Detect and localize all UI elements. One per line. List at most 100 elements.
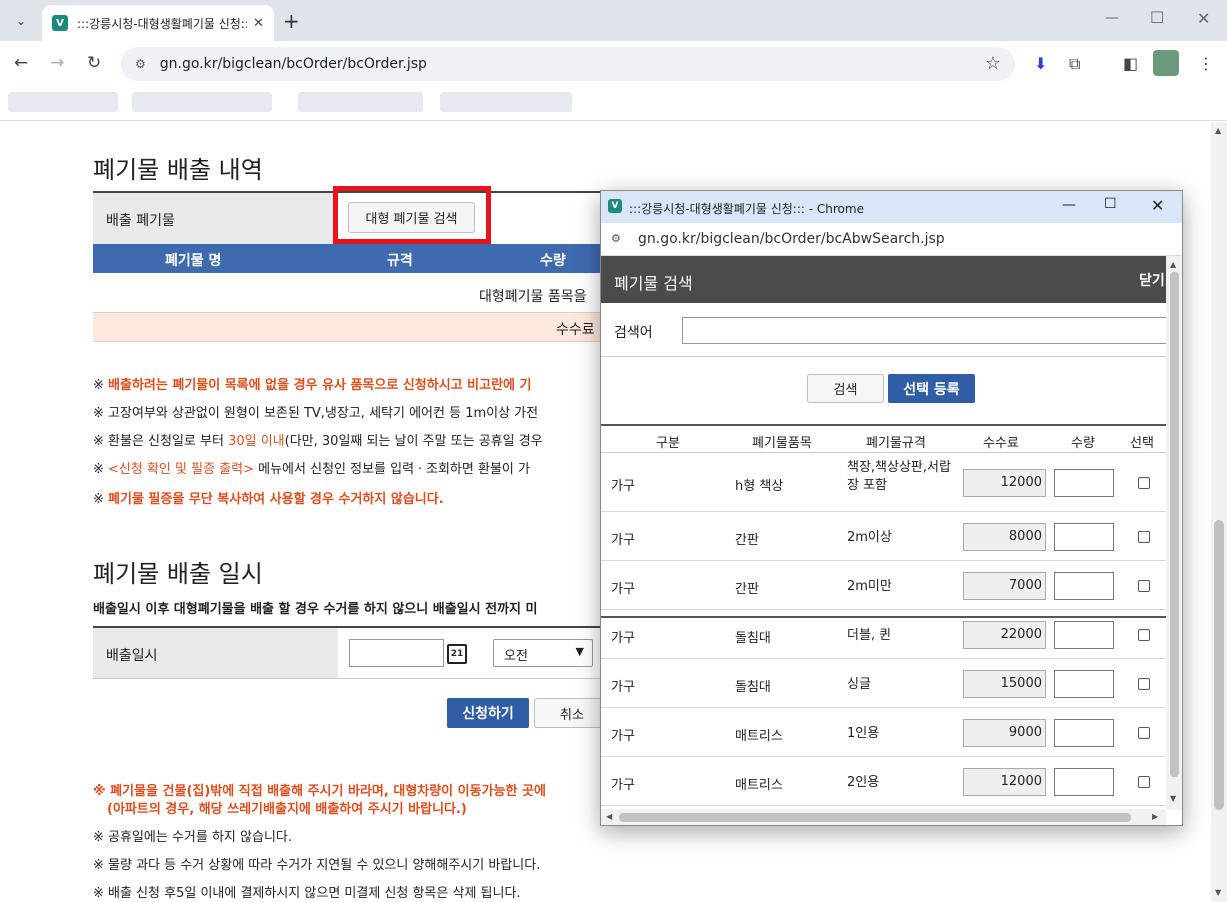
cell-category: 가구 (611, 680, 635, 695)
browser-tab[interactable]: V :::강릉시청-대형생활폐기물 신청::: ✕ (42, 5, 274, 41)
select-checkbox[interactable] (1138, 531, 1150, 543)
site-info-icon[interactable]: ⚙ (611, 232, 621, 245)
ampm-selected: 오전 (504, 649, 528, 664)
page-scrollbar[interactable]: ▲ ▼ (1211, 122, 1227, 902)
fee-field: 22000 (963, 621, 1046, 649)
date-input[interactable] (349, 639, 444, 667)
popup-scrollbar[interactable]: ▲ ▼ (1166, 256, 1182, 810)
col-qty: 수량 (1071, 436, 1095, 451)
tab-search-chevron-icon[interactable]: ⌄ (8, 8, 34, 34)
scroll-up-icon[interactable]: ▲ (1170, 260, 1176, 269)
tab-close-icon[interactable]: ✕ (253, 16, 264, 31)
quantity-input[interactable] (1054, 469, 1114, 497)
popup-scrollbar-thumb[interactable] (1170, 272, 1179, 777)
divider (601, 424, 1166, 426)
confirm-print-link[interactable]: <신청 확인 및 필증 출력> (108, 462, 254, 477)
close-window-icon[interactable]: ✕ (1197, 9, 1210, 28)
quantity-input[interactable] (1054, 621, 1114, 649)
reload-icon[interactable]: ↻ (87, 53, 101, 73)
fee-row: 수수료 (93, 312, 613, 342)
col-spec: 폐기물규격 (866, 436, 926, 451)
section-title-discharge-datetime: 폐기물 배출 일시 (93, 560, 263, 588)
col-item: 폐기물품목 (752, 436, 812, 451)
scroll-up-icon[interactable]: ▲ (1215, 126, 1221, 135)
cell-category: 가구 (611, 631, 635, 646)
back-icon[interactable]: ← (14, 53, 28, 73)
apply-button[interactable]: 신청하기 (447, 698, 529, 728)
browser-toolbar: ← → ↻ ⚙ gn.go.kr/bigclean/bcOrder/bcOrde… (0, 41, 1227, 87)
scroll-down-icon[interactable]: ▼ (1215, 888, 1221, 897)
new-tab-icon[interactable]: + (283, 9, 300, 33)
notice-4: ※ <신청 확인 및 필증 출력> 메뉴에서 신청인 정보를 입력ㆍ조회하면 환… (93, 462, 530, 477)
bookmark-star-icon[interactable]: ☆ (985, 53, 1001, 74)
popup-hscrollbar-thumb[interactable] (619, 813, 1131, 822)
quantity-input[interactable] (1054, 670, 1114, 698)
cell-category: 가구 (611, 729, 635, 744)
select-checkbox[interactable] (1138, 776, 1150, 788)
register-selected-button[interactable]: 선택 등록 (888, 374, 975, 403)
datetime-label: 배출일시 (106, 648, 158, 664)
cell-category: 가구 (611, 778, 635, 793)
cell-item: 매트리스 (735, 778, 783, 793)
notice-1: ※ 배출하려는 폐기물이 목록에 없을 경우 유사 품목으로 신청하시고 비고란… (93, 378, 532, 393)
quantity-input[interactable] (1054, 523, 1114, 551)
browser-menu-icon[interactable]: ⋮ (1198, 54, 1214, 73)
tab-strip: ⌄ V :::강릉시청-대형생활폐기물 신청::: ✕ + — ☐ ✕ (0, 0, 1227, 41)
ampm-select[interactable]: 오전 ▼ (493, 639, 593, 667)
popup-hscrollbar[interactable]: ◀ ▶ (601, 809, 1166, 825)
popup-minimize-icon[interactable]: — (1062, 197, 1076, 213)
select-checkbox[interactable] (1138, 580, 1150, 592)
col-select: 선택 (1130, 436, 1154, 451)
minimize-icon[interactable]: — (1105, 10, 1119, 26)
cancel-button[interactable]: 취소 (534, 698, 610, 728)
popup-close-icon[interactable]: ✕ (1151, 196, 1164, 215)
select-checkbox[interactable] (1138, 727, 1150, 739)
scroll-down-icon[interactable]: ▼ (1170, 794, 1176, 803)
select-checkbox[interactable] (1138, 477, 1150, 489)
quantity-input[interactable] (1054, 768, 1114, 796)
popup-close-link[interactable]: 닫기 (1139, 270, 1165, 290)
cell-item: 매트리스 (735, 729, 783, 744)
address-url[interactable]: gn.go.kr/bigclean/bcOrder/bcOrder.jsp (160, 56, 427, 72)
site-info-icon[interactable]: ⚙ (135, 57, 146, 71)
profile-avatar[interactable] (1153, 50, 1179, 76)
table-row: 가구 간판 2m미만 7000 (601, 561, 1166, 610)
calendar-icon[interactable]: 21 (447, 644, 467, 664)
scrollbar-thumb[interactable] (1214, 520, 1224, 810)
bottom-notice-4: ※ 배출 신청 후5일 이내에 결제하시지 않으면 미결제 신청 항목은 삭제 … (93, 886, 521, 901)
forward-icon[interactable]: → (50, 53, 64, 73)
cell-spec: 2인용 (847, 775, 880, 790)
table-row: 가구 매트리스 2인용 12000 (601, 757, 1166, 806)
col-fee: 수수료 (983, 436, 1019, 451)
cell-spec: 1인용 (847, 726, 880, 741)
site-favicon-icon: V (52, 15, 68, 31)
popup-search-button[interactable]: 검색 (807, 374, 884, 403)
discharge-label-cell: 배출 폐기물 (93, 193, 338, 244)
chevron-down-icon: ▼ (575, 645, 584, 658)
bookmark-item[interactable] (440, 92, 572, 112)
maximize-icon[interactable]: ☐ (1150, 8, 1164, 27)
bottom-notice-2: ※ 공휴일에는 수거를 하지 않습니다. (93, 830, 292, 845)
bottom-notice-1: ※ 폐기물을 건물(집)밖에 직접 배출해 주시기 바라며, 대형차량이 이동가… (93, 784, 546, 799)
bookmark-item[interactable] (298, 92, 423, 112)
address-bar[interactable]: ⚙ gn.go.kr/bigclean/bcOrder/bcOrder.jsp … (121, 47, 1015, 81)
extensions-icon[interactable]: ⧉ (1069, 54, 1080, 74)
fee-field: 12000 (963, 469, 1046, 497)
side-panel-icon[interactable]: ◧ (1123, 54, 1138, 73)
table-row: 가구 h형 책상 책장,책상상판,서랍장 포함 12000 (601, 453, 1166, 512)
col-qty: 수량 (540, 253, 566, 269)
popup-maximize-icon[interactable]: ☐ (1104, 196, 1117, 212)
quantity-input[interactable] (1054, 572, 1114, 600)
download-extension-icon[interactable]: ⬇ (1034, 54, 1047, 73)
section2-description: 배출일시 이후 대형폐기물을 배출 할 경우 수거를 하지 않으니 배출일시 전… (93, 602, 538, 617)
quantity-input[interactable] (1054, 719, 1114, 747)
select-checkbox[interactable] (1138, 678, 1150, 690)
scroll-right-icon[interactable]: ▶ (1152, 812, 1158, 821)
scroll-left-icon[interactable]: ◀ (606, 812, 612, 821)
select-checkbox[interactable] (1138, 629, 1150, 641)
bookmark-item[interactable] (132, 92, 272, 112)
section-title-discharge-list: 폐기물 배출 내역 (93, 156, 263, 184)
bookmark-item[interactable] (8, 92, 118, 112)
cell-item: 간판 (735, 582, 759, 597)
notice-5: ※ 폐기물 필증을 무단 복사하여 사용할 경우 수거하지 않습니다. (93, 492, 444, 507)
